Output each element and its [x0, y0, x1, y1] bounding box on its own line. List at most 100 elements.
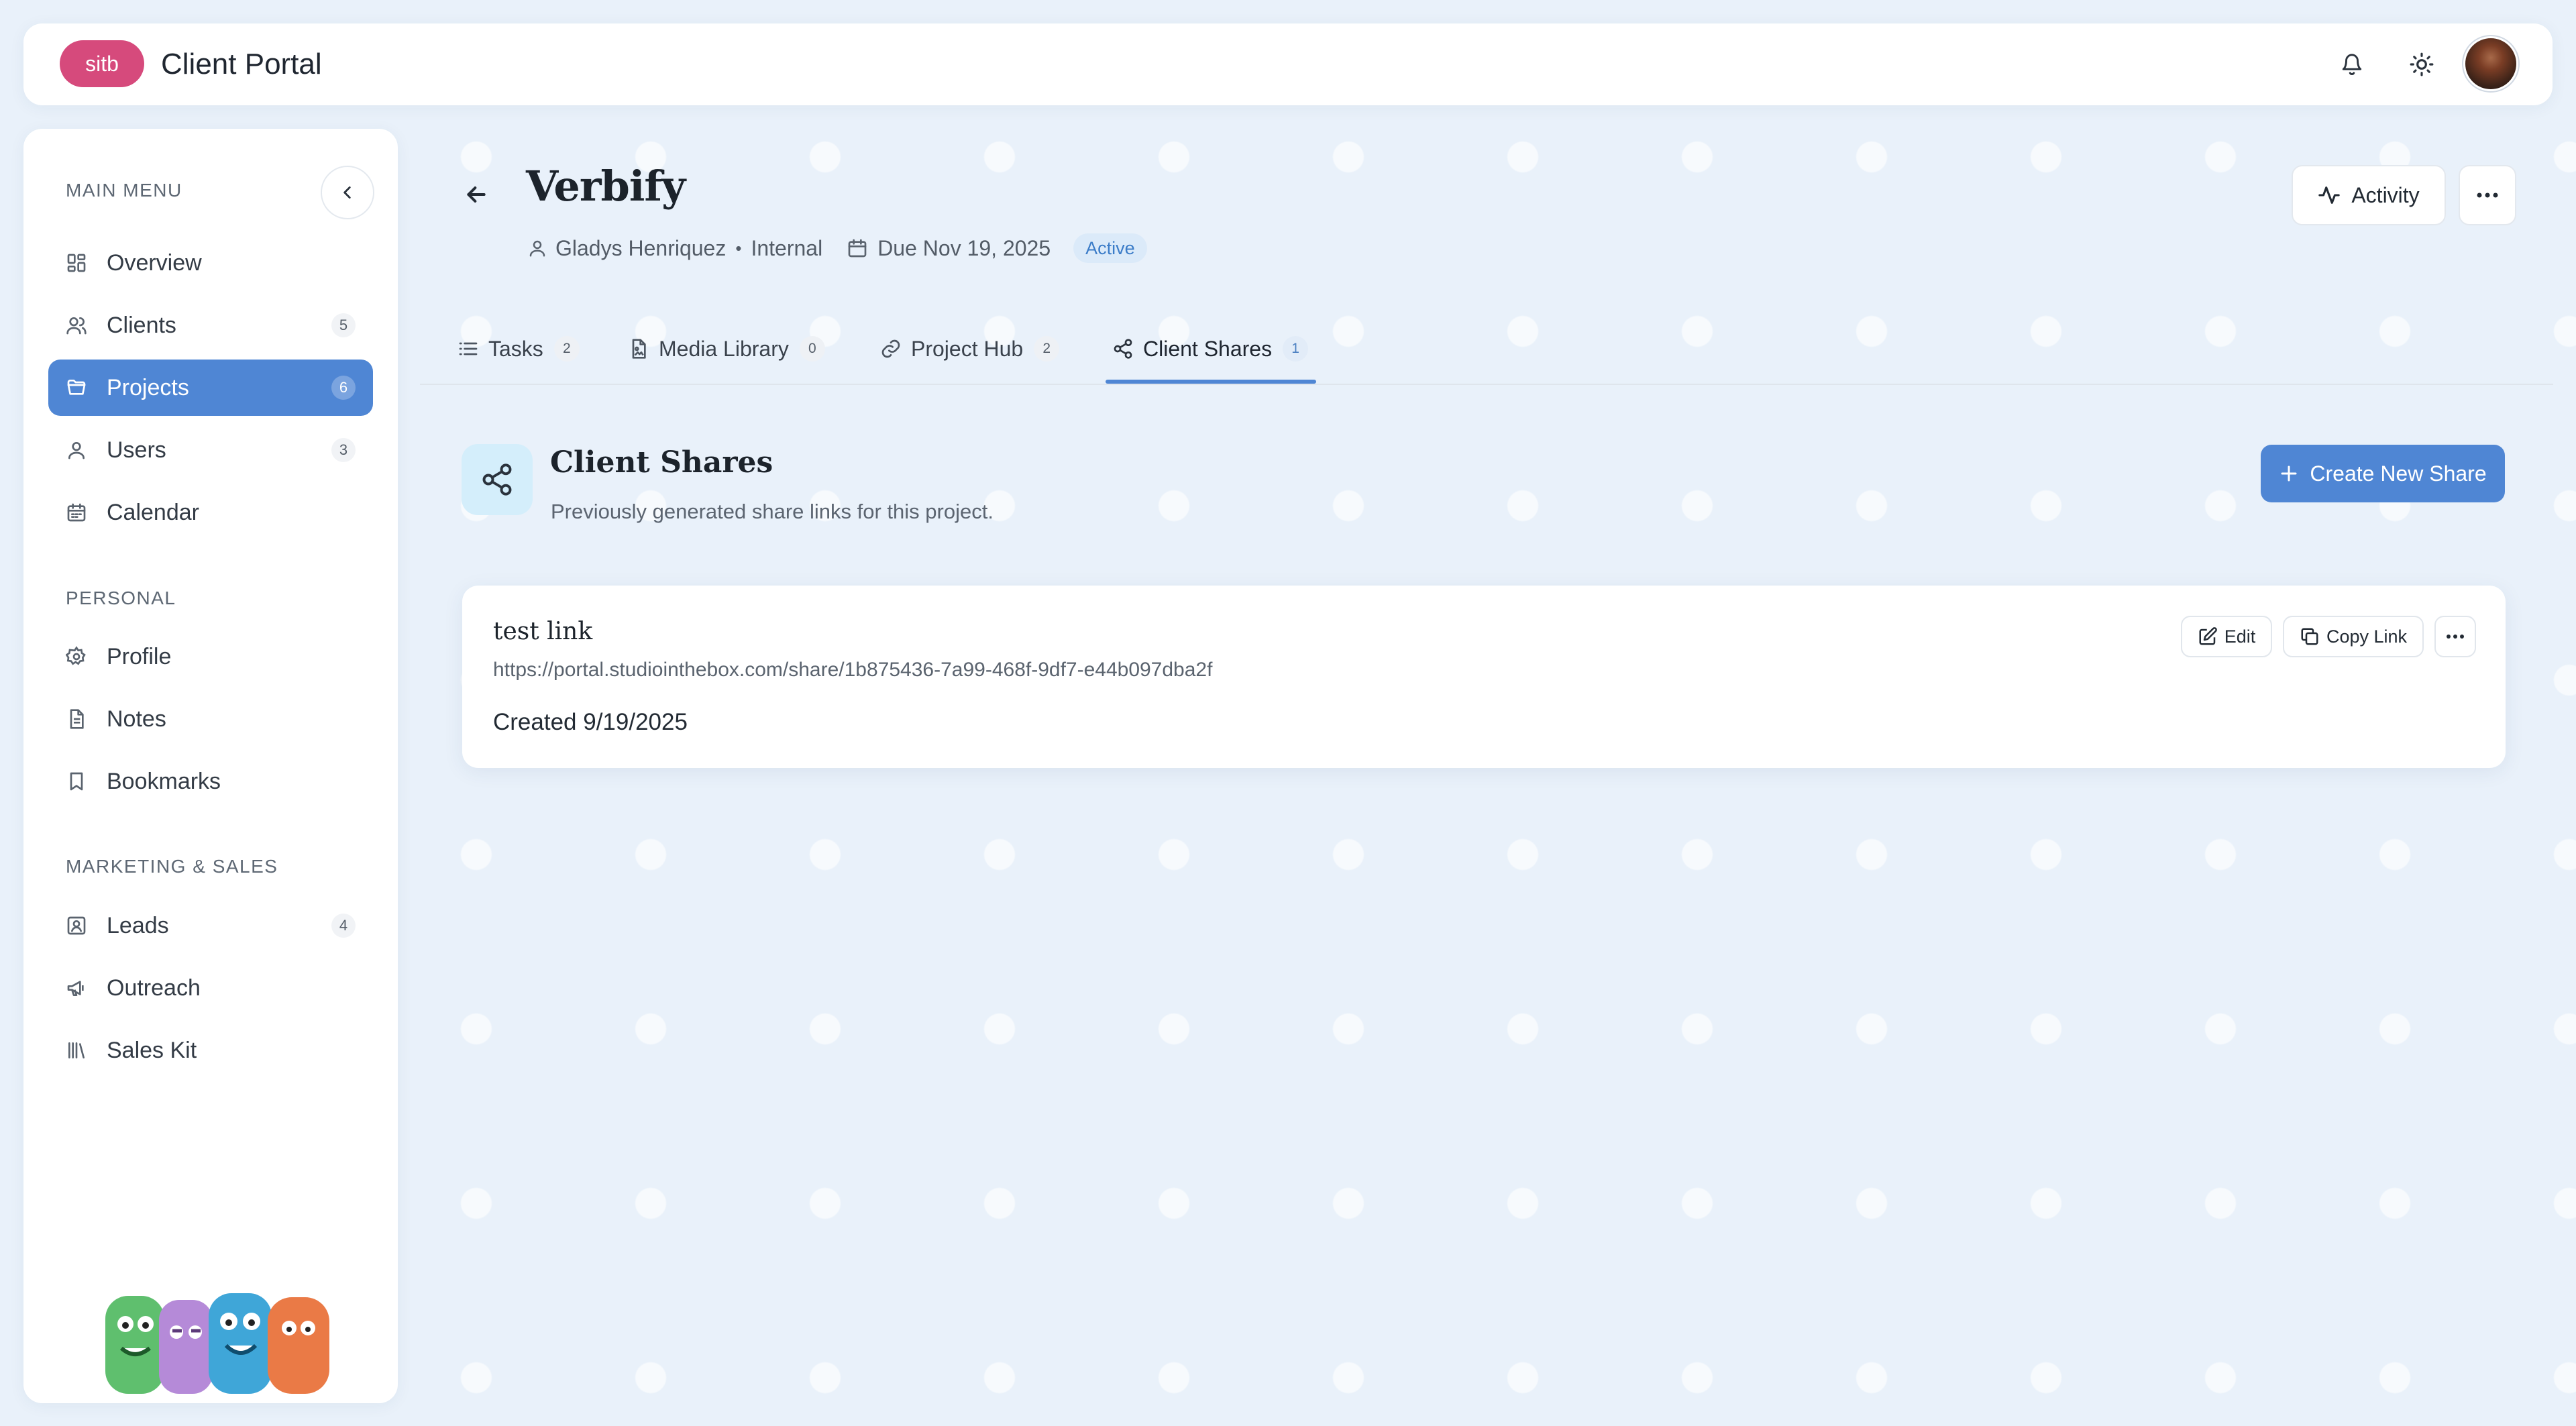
tab-media-library[interactable]: Media Library 0	[628, 333, 825, 365]
sidebar-item-label: Sales Kit	[107, 1038, 197, 1063]
meta-separator: •	[735, 237, 742, 258]
back-button[interactable]	[463, 181, 490, 208]
sidebar-item-calendar[interactable]: Calendar	[48, 484, 373, 541]
users-icon	[66, 317, 87, 335]
document-icon	[70, 709, 84, 729]
tab-tasks[interactable]: Tasks 2	[458, 333, 580, 365]
sidebar: MAIN MENU Overview Clients 5 Projects 6 …	[23, 129, 398, 1403]
plus-icon	[2281, 465, 2297, 482]
activity-label: Activity	[2351, 182, 2420, 207]
sidebar-item-label: Notes	[107, 706, 166, 732]
sidebar-item-label: Overview	[107, 250, 202, 276]
count-badge: 4	[331, 914, 356, 938]
copy-icon	[2301, 628, 2318, 645]
tab-count: 1	[1283, 336, 1309, 362]
tab-count: 2	[1034, 336, 1060, 362]
sidebar-item-notes[interactable]: Notes	[48, 691, 373, 747]
sidebar-item-label: Clients	[107, 313, 176, 338]
status-badge: Active	[1073, 233, 1147, 263]
activity-button[interactable]: Activity	[2292, 165, 2446, 225]
more-horizontal-icon	[2447, 635, 2464, 639]
sidebar-item-label: Profile	[107, 644, 172, 669]
bookmark-icon	[70, 772, 83, 791]
sidebar-item-label: Leads	[107, 913, 169, 938]
section-heading: Client Shares	[550, 445, 773, 480]
user-icon	[529, 240, 545, 257]
chevron-left-icon	[343, 186, 351, 199]
section-title-marketing-sales: MARKETING & SALES	[66, 856, 278, 877]
sidebar-item-overview[interactable]: Overview	[48, 235, 373, 291]
tab-label: Project Hub	[911, 336, 1024, 361]
share-icon	[482, 463, 512, 496]
project-type: Internal	[751, 235, 823, 260]
share-section-icon	[462, 444, 533, 515]
edit-icon	[2199, 627, 2217, 645]
edit-label: Edit	[2224, 626, 2256, 647]
collapse-sidebar-button[interactable]	[321, 166, 374, 219]
project-owner: Gladys Henriquez	[555, 235, 727, 260]
project-meta: Gladys Henriquez • Internal Due Nov 19, …	[527, 232, 1147, 264]
tab-label: Client Shares	[1143, 336, 1273, 361]
megaphone-icon	[67, 981, 84, 996]
tab-count: 0	[799, 336, 825, 362]
copy-link-button[interactable]: Copy Link	[2283, 616, 2424, 657]
file-image-icon	[632, 339, 646, 359]
active-tab-indicator	[1106, 380, 1316, 384]
project-due-date: Due Nov 19, 2025	[877, 235, 1051, 260]
section-title-main-menu: MAIN MENU	[66, 180, 182, 201]
sidebar-item-label: Calendar	[107, 500, 199, 525]
sidebar-item-users[interactable]: Users 3	[48, 422, 373, 478]
due-date-info: Due Nov 19, 2025	[847, 236, 1051, 261]
copy-link-label: Copy Link	[2326, 626, 2408, 647]
create-new-share-button[interactable]: Create New Share	[2261, 445, 2505, 502]
bell-icon[interactable]	[2337, 49, 2367, 80]
section-subtitle: Previously generated share links for thi…	[551, 500, 994, 523]
user-avatar[interactable]	[2465, 38, 2516, 89]
create-share-label: Create New Share	[2310, 461, 2487, 486]
edit-share-button[interactable]: Edit	[2181, 616, 2272, 657]
sun-icon[interactable]	[2406, 49, 2437, 80]
arrow-left-icon	[467, 186, 486, 203]
user-icon	[68, 442, 85, 459]
tab-count: 2	[553, 336, 580, 362]
grid-icon	[67, 254, 86, 272]
owner-info: Gladys Henriquez	[527, 236, 726, 261]
sidebar-item-outreach[interactable]: Outreach	[48, 960, 373, 1016]
share-card: test link https://portal.studiointhebox.…	[462, 586, 2506, 768]
contact-icon	[67, 916, 86, 935]
gear-icon	[66, 646, 86, 665]
sidebar-item-label: Projects	[107, 375, 189, 400]
share-created-date: Created 9/19/2025	[493, 709, 688, 735]
calendar-icon	[848, 239, 867, 258]
sidebar-item-sales-kit[interactable]: Sales Kit	[48, 1022, 373, 1079]
sidebar-item-clients[interactable]: Clients 5	[48, 297, 373, 353]
tab-label: Media Library	[659, 336, 789, 361]
share-url[interactable]: https://portal.studiointhebox.com/share/…	[493, 655, 1212, 685]
tabs-divider	[420, 384, 2553, 385]
more-options-button[interactable]	[2459, 165, 2516, 225]
more-horizontal-icon	[2477, 193, 2498, 198]
count-badge: 5	[331, 313, 356, 337]
count-badge: 6	[331, 376, 356, 400]
section-title-personal: PERSONAL	[66, 588, 176, 608]
sidebar-item-profile[interactable]: Profile	[48, 628, 373, 685]
calendar-icon	[67, 503, 86, 522]
count-badge: 3	[331, 438, 356, 462]
share-name: test link	[493, 618, 593, 645]
page-title: Verbify	[526, 162, 686, 211]
share-icon	[1114, 339, 1132, 359]
sidebar-item-label: Outreach	[107, 975, 201, 1001]
tab-label: Tasks	[488, 336, 543, 361]
mascot-illustration	[105, 1293, 329, 1394]
sidebar-item-leads[interactable]: Leads 4	[48, 897, 373, 954]
sidebar-item-label: Users	[107, 437, 166, 463]
list-icon	[459, 342, 478, 355]
sidebar-item-projects[interactable]: Projects 6	[48, 360, 373, 416]
tab-client-shares[interactable]: Client Shares 1	[1112, 333, 1309, 365]
share-more-button[interactable]	[2434, 616, 2476, 657]
tab-project-hub[interactable]: Project Hub 2	[880, 333, 1060, 365]
sidebar-item-label: Bookmarks	[107, 769, 221, 794]
sidebar-item-bookmarks[interactable]: Bookmarks	[48, 753, 373, 810]
folder-icon	[67, 380, 86, 395]
brand-logo[interactable]: sitb	[60, 40, 144, 87]
